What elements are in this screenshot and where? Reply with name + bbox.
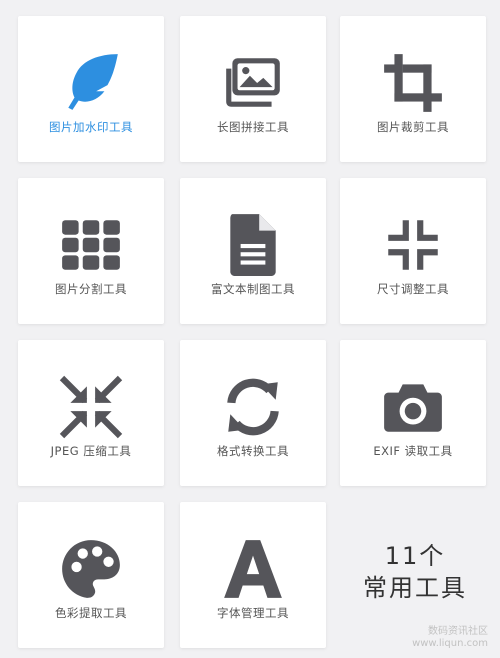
palette-icon — [58, 536, 124, 602]
tool-rich-text[interactable]: 富文本制图工具 — [180, 178, 326, 324]
tool-count-summary: 11个 常用工具 — [340, 540, 490, 604]
tool-long-image[interactable]: 长图拼接工具 — [180, 16, 326, 162]
feather-icon — [58, 50, 124, 116]
tool-label: 图片裁剪工具 — [377, 120, 449, 134]
tool-exif[interactable]: EXIF 读取工具 — [340, 340, 486, 486]
tool-label: 图片分割工具 — [55, 282, 127, 296]
watermark-line2: www.liqun.com — [412, 638, 488, 649]
compress-icon — [58, 374, 124, 440]
font-icon — [220, 536, 286, 602]
tool-label: JPEG 压缩工具 — [50, 444, 132, 458]
summary-count: 11个 — [384, 542, 446, 570]
document-icon — [220, 212, 286, 278]
watermark: 数码资讯社区 www.liqun.com — [412, 626, 488, 650]
resize-icon — [380, 212, 446, 278]
tool-label: 长图拼接工具 — [217, 120, 289, 134]
tool-label: 富文本制图工具 — [211, 282, 295, 296]
tool-format-convert[interactable]: 格式转换工具 — [180, 340, 326, 486]
tool-watermark[interactable]: 图片加水印工具 — [18, 16, 164, 162]
tool-label: 图片加水印工具 — [49, 120, 133, 134]
tool-split[interactable]: 图片分割工具 — [18, 178, 164, 324]
tool-label: 尺寸调整工具 — [377, 282, 449, 296]
tool-crop[interactable]: 图片裁剪工具 — [340, 16, 486, 162]
tool-resize[interactable]: 尺寸调整工具 — [340, 178, 486, 324]
watermark-line1: 数码资讯社区 — [428, 626, 488, 637]
crop-icon — [380, 50, 446, 116]
convert-icon — [220, 374, 286, 440]
tool-label: EXIF 读取工具 — [373, 444, 453, 458]
tool-jpeg-compress[interactable]: JPEG 压缩工具 — [18, 340, 164, 486]
camera-icon — [380, 374, 446, 440]
tool-font-manage[interactable]: 字体管理工具 — [180, 502, 326, 648]
tool-label: 字体管理工具 — [217, 606, 289, 620]
images-icon — [220, 50, 286, 116]
grid-icon — [58, 212, 124, 278]
tool-label: 格式转换工具 — [217, 444, 289, 458]
tool-color-extract[interactable]: 色彩提取工具 — [18, 502, 164, 648]
summary-title: 常用工具 — [363, 574, 467, 602]
tool-label: 色彩提取工具 — [55, 606, 127, 620]
